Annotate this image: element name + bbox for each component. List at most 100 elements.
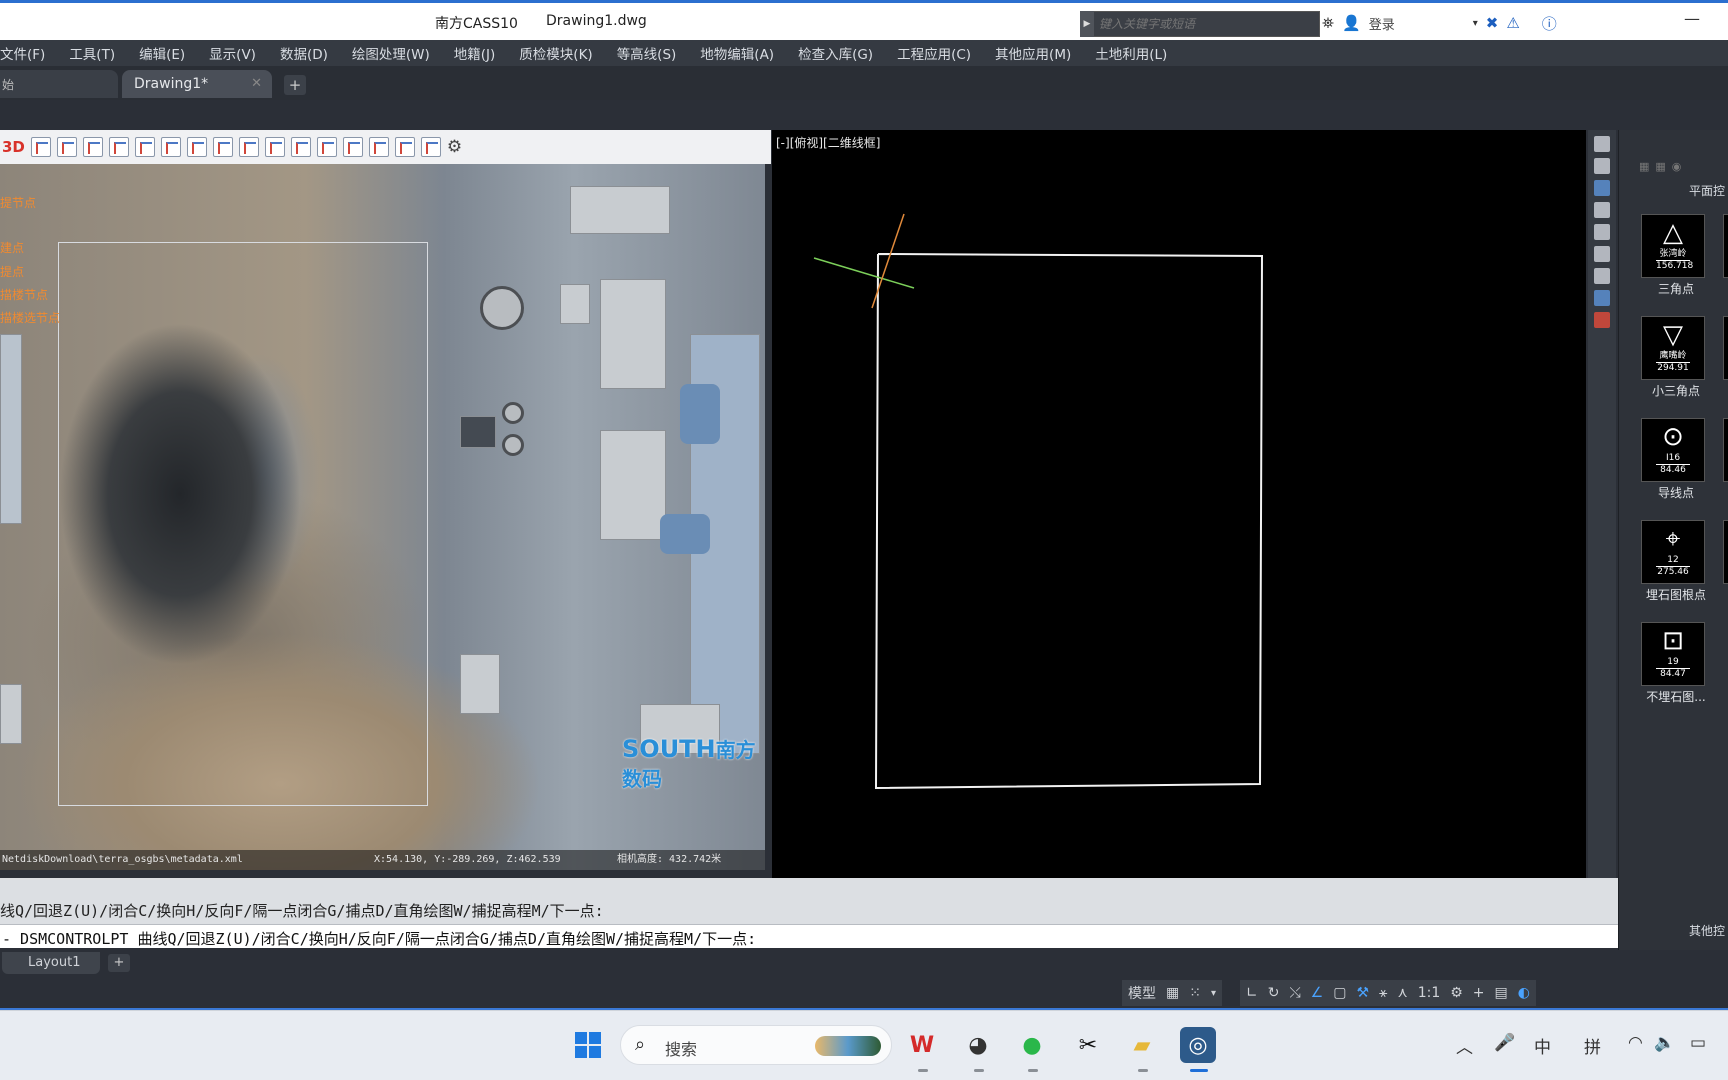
annotation-scale-icon[interactable]: ⋏	[1397, 985, 1407, 1001]
tool-icon-9[interactable]	[238, 137, 259, 157]
tool-icon-1[interactable]	[30, 137, 51, 157]
chevron-down-icon[interactable]: ▾	[1211, 988, 1216, 999]
tool-icon-13[interactable]	[342, 137, 363, 157]
symbol-sliver[interactable]	[1723, 520, 1728, 584]
symbol-sliver[interactable]	[1723, 418, 1728, 482]
tray-chevron-icon[interactable]: ︿	[1456, 1033, 1473, 1058]
polar-icon[interactable]: ↻	[1268, 985, 1280, 1001]
strip-tool-icon[interactable]	[1594, 180, 1610, 196]
cass-app-icon[interactable]: ◎	[1180, 1027, 1216, 1063]
volume-icon[interactable]: 🔈	[1654, 1033, 1675, 1053]
expand-arrow-icon[interactable]: ▶	[1080, 11, 1094, 37]
strip-tool-icon[interactable]	[1594, 290, 1610, 306]
menu-land-use[interactable]: 土地利用(L)	[1083, 43, 1179, 63]
symbol-triangulation-point[interactable]: △ 张湾岭 156.718	[1641, 214, 1705, 278]
strip-tool-icon[interactable]	[1594, 136, 1610, 152]
strip-tool-icon[interactable]	[1594, 158, 1610, 174]
menu-engineering[interactable]: 工程应用(C)	[885, 43, 983, 63]
tool-icon-14[interactable]	[368, 137, 389, 157]
add-layout-button[interactable]: +	[108, 954, 130, 972]
strip-tool-icon[interactable]	[1594, 268, 1610, 284]
battery-icon[interactable]: ▭	[1690, 1033, 1706, 1053]
gear-icon[interactable]: ⚙	[447, 137, 462, 157]
menu-edit[interactable]: 编辑(E)	[127, 43, 197, 63]
microphone-icon[interactable]: 🎤	[1494, 1033, 1515, 1053]
tool-icon-2[interactable]	[56, 137, 77, 157]
menu-view[interactable]: 显示(V)	[197, 43, 268, 63]
menu-other[interactable]: 其他应用(M)	[983, 43, 1083, 63]
model-space-button[interactable]: 模型	[1128, 983, 1156, 1003]
symbol-buried-control-point[interactable]: ⌖ 12 275.46	[1641, 520, 1705, 584]
tool-icon-16[interactable]	[420, 137, 441, 157]
davinci-icon[interactable]: ◕	[960, 1027, 996, 1063]
annotation-scale-value[interactable]: 1:1	[1418, 985, 1441, 1001]
symbol-unburied-control-point[interactable]: ⊡ 19 84.47	[1641, 622, 1705, 686]
exchange-icon[interactable]: ✖	[1486, 14, 1499, 32]
new-tab-button[interactable]: +	[284, 75, 306, 95]
strip-tool-icon[interactable]	[1594, 202, 1610, 218]
workspace-icon[interactable]: ⚹	[1379, 985, 1387, 1001]
aerial-photo-view[interactable]: 提节点 建点 提点 描楼节点 描楼选节点 SOUTH南方数码 NetdiskDo…	[0, 164, 765, 870]
strip-tool-icon[interactable]	[1594, 312, 1610, 328]
ime-mode[interactable]: 中	[1534, 1033, 1551, 1058]
settings-gear-icon[interactable]: ⚙	[1450, 985, 1463, 1001]
menu-data[interactable]: 数据(D)	[268, 43, 340, 63]
tool-icon-8[interactable]	[212, 137, 233, 157]
tool-icon-6[interactable]	[160, 137, 181, 157]
autodesk-icon[interactable]: ⚠	[1506, 14, 1519, 32]
grid-icon[interactable]: ▦	[1166, 985, 1179, 1001]
help-search-input[interactable]	[1099, 15, 1309, 33]
binoculars-icon[interactable]: ⛯	[1322, 14, 1334, 32]
wps-icon[interactable]: W	[904, 1027, 940, 1063]
tool-icon-10[interactable]	[264, 137, 285, 157]
menu-qc[interactable]: 质检模块(K)	[507, 43, 604, 63]
dynamic-ucs-icon[interactable]: ∠	[1311, 985, 1324, 1001]
tool-icon-15[interactable]	[394, 137, 415, 157]
menu-check[interactable]: 检查入库(G)	[786, 43, 885, 63]
osnap-icon[interactable]: ⤯	[1289, 985, 1300, 1001]
wifi-icon[interactable]: ◠	[1628, 1033, 1643, 1053]
ime-input[interactable]: 拼	[1584, 1033, 1601, 1058]
menu-feature-edit[interactable]: 地物编辑(A)	[688, 43, 786, 63]
tab-start[interactable]: 始	[0, 70, 118, 98]
menu-contour[interactable]: 等高线(S)	[605, 43, 689, 63]
symbol-traverse-point[interactable]: ⊙ I16 84.46	[1641, 418, 1705, 482]
file-explorer-icon[interactable]: ▰	[1124, 1027, 1160, 1063]
strip-tool-icon[interactable]	[1594, 224, 1610, 240]
plus-icon[interactable]: +	[1473, 985, 1485, 1001]
snap-grid-icon[interactable]: ⁙	[1189, 985, 1201, 1001]
tool-icon-12[interactable]	[316, 137, 337, 157]
tool-icon-11[interactable]	[290, 137, 311, 157]
tab-drawing1[interactable]: Drawing1* ✕	[122, 70, 272, 98]
menu-file[interactable]: 文件(F)	[0, 43, 57, 63]
tool-icon-5[interactable]	[134, 137, 155, 157]
menu-cadastral[interactable]: 地籍(J)	[442, 43, 508, 63]
properties-icon[interactable]: ▤	[1495, 985, 1508, 1001]
chevron-down-icon[interactable]: ▾	[1473, 18, 1478, 29]
isolate-icon[interactable]: ◐	[1518, 985, 1530, 1001]
symbol-sliver[interactable]	[1723, 316, 1728, 380]
taskbar-search[interactable]: ⌕ 搜索	[620, 1025, 892, 1065]
menu-tools[interactable]: 工具(T)	[57, 43, 127, 63]
panel-header-icons[interactable]: ▦▦◉	[1639, 160, 1687, 173]
3d-view-button[interactable]: 3D	[2, 138, 25, 156]
wechat-icon[interactable]: ●	[1014, 1027, 1050, 1063]
symbol-sliver[interactable]	[1723, 214, 1728, 278]
symbol-minor-triangulation-point[interactable]: ▽ 鹰嘴岭 294.91	[1641, 316, 1705, 380]
ortho-icon[interactable]: ∟	[1246, 985, 1258, 1001]
cad-drawing-view[interactable]: [-][俯视][二维线框]	[772, 130, 1586, 878]
strip-tool-icon[interactable]	[1594, 246, 1610, 262]
tool-icon-7[interactable]	[186, 137, 207, 157]
login-button[interactable]: 登录	[1369, 14, 1395, 33]
annotation-icon[interactable]: ⚒	[1356, 985, 1369, 1001]
capcut-icon[interactable]: ✂	[1070, 1027, 1106, 1063]
minimize-button[interactable]: —	[1684, 9, 1700, 28]
tab-layout1[interactable]: Layout1	[2, 952, 100, 974]
help-icon[interactable]: ⓘ	[1542, 13, 1557, 34]
user-icon[interactable]: 👤	[1342, 14, 1361, 32]
start-button[interactable]	[570, 1027, 606, 1063]
tool-icon-4[interactable]	[108, 137, 129, 157]
select-cycle-icon[interactable]: ▢	[1333, 985, 1346, 1001]
menu-draw[interactable]: 绘图处理(W)	[340, 43, 442, 63]
close-icon[interactable]: ✕	[251, 76, 262, 91]
